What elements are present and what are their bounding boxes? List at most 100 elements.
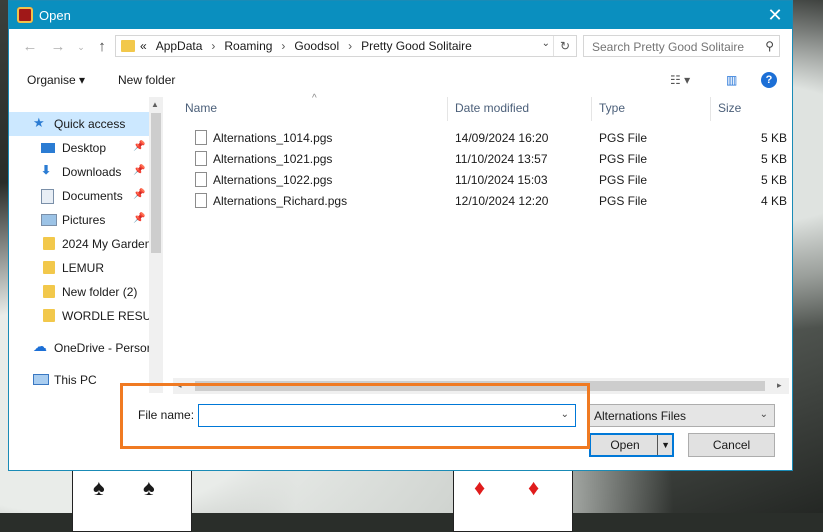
command-toolbar: Organise ▾ New folder ☷ ▾ ▥ ? (9, 65, 792, 95)
title-bar[interactable]: Open ✕ (9, 1, 792, 29)
download-icon: ⬇ (41, 163, 52, 177)
playing-card-spades[interactable]: ♠ ♠ (72, 470, 192, 532)
sidebar-item-label: LEMUR (62, 261, 105, 275)
search-input[interactable] (590, 39, 759, 55)
sidebar-item-new-folder-2[interactable]: New folder (2) (9, 280, 149, 304)
file-list: ^ Name Date modified Type Size Alternati… (173, 93, 789, 377)
view-options-icon[interactable]: ☷ ▾ (670, 73, 690, 87)
pin-icon[interactable]: 📌 (133, 141, 145, 152)
file-type-filter-value: Alternations Files (594, 409, 687, 423)
file-date: 12/10/2024 12:20 (455, 194, 549, 208)
breadcrumb-pretty-good-solitaire[interactable]: Pretty Good Solitaire (361, 39, 472, 53)
file-type: PGS File (599, 131, 648, 145)
sidebar-item-quick-access[interactable]: ★ Quick access (9, 112, 149, 136)
split-divider (657, 435, 658, 455)
column-header-date[interactable]: Date modified (455, 101, 529, 115)
chevron-right-icon[interactable]: › (348, 39, 352, 53)
desktop-icon (41, 143, 55, 153)
sidebar-item-label: 2024 My Garden (62, 237, 152, 251)
navigation-pane-scrollbar[interactable]: ▲ (149, 97, 163, 393)
file-date: 11/10/2024 15:03 (455, 173, 548, 187)
diamond-icon: ♦ (528, 475, 540, 500)
close-button[interactable]: ✕ (758, 1, 792, 29)
open-options-dropdown-icon[interactable]: ▼ (661, 435, 670, 455)
file-type-filter-select[interactable]: Alternations Files ⌄ (589, 404, 775, 427)
sidebar-item-onedrive[interactable]: ☁ OneDrive - Persor (9, 336, 151, 360)
file-name: Alternations_1014.pgs (213, 131, 333, 145)
back-arrow-icon[interactable]: ← (21, 38, 39, 56)
search-box[interactable]: ⚲ (583, 35, 780, 57)
file-size: 4 KB (761, 194, 788, 208)
breadcrumb: « AppData › Roaming › Goodsol › Pretty G… (140, 39, 472, 53)
column-divider[interactable] (447, 97, 448, 121)
breadcrumb-overflow[interactable]: « (140, 39, 147, 53)
file-icon (195, 151, 207, 166)
help-icon[interactable]: ? (761, 72, 777, 88)
cancel-button[interactable]: Cancel (688, 433, 775, 457)
recent-locations-icon[interactable]: ⌄ (72, 38, 90, 56)
sidebar-item-2024-my-garden[interactable]: 2024 My Garden (9, 232, 152, 256)
playing-card-diamonds[interactable]: ♦ ♦ (453, 470, 573, 532)
diamond-icon: ♦ (474, 475, 486, 500)
refresh-button[interactable]: ↻ (553, 36, 576, 56)
new-folder-button[interactable]: New folder (118, 73, 175, 87)
file-name: Alternations_1021.pgs (213, 152, 333, 166)
sidebar-item-wordle-result[interactable]: WORDLE RESULT (9, 304, 163, 328)
breadcrumb-roaming[interactable]: Roaming (224, 39, 272, 53)
column-header-type[interactable]: Type (599, 101, 625, 115)
file-name: Alternations_1022.pgs (213, 173, 333, 187)
scrollbar-thumb[interactable] (151, 113, 161, 253)
sidebar-item-lemur[interactable]: LEMUR (9, 256, 149, 280)
sort-ascending-icon: ^ (312, 93, 317, 104)
file-icon (195, 130, 207, 145)
sidebar-item-pictures[interactable]: Pictures 📌 (9, 208, 149, 232)
chevron-down-icon[interactable]: ⌄ (760, 409, 768, 420)
address-bar[interactable]: « AppData › Roaming › Goodsol › Pretty G… (115, 35, 577, 57)
folder-icon (43, 261, 55, 274)
breadcrumb-appdata[interactable]: AppData (156, 39, 203, 53)
file-row[interactable]: Alternations_1021.pgs 11/10/2024 13:57 P… (191, 148, 789, 169)
navigation-pane: ★ Quick access Desktop 📌 ⬇ Downloads 📌 D… (9, 97, 163, 393)
sidebar-item-label: Quick access (54, 117, 126, 131)
folder-icon (121, 40, 135, 52)
preview-pane-icon[interactable]: ▥ (726, 73, 737, 87)
search-icon: ⚲ (765, 39, 774, 53)
window-title: Open (39, 8, 71, 23)
file-row[interactable]: Alternations_1014.pgs 14/09/2024 16:20 P… (191, 127, 789, 148)
open-button[interactable]: Open ▼ (589, 433, 674, 457)
file-size: 5 KB (761, 152, 788, 166)
column-header-name[interactable]: Name (185, 101, 217, 115)
file-size: 5 KB (761, 173, 788, 187)
up-arrow-icon[interactable]: ↑ (93, 38, 111, 56)
file-row[interactable]: Alternations_Richard.pgs 12/10/2024 12:2… (191, 190, 789, 211)
sidebar-item-label: Desktop (62, 141, 107, 155)
chevron-right-icon[interactable]: › (211, 39, 215, 53)
chevron-right-icon[interactable]: › (281, 39, 285, 53)
pictures-icon (41, 214, 57, 226)
file-type: PGS File (599, 194, 648, 208)
file-row[interactable]: Alternations_1022.pgs 11/10/2024 15:03 P… (191, 169, 789, 190)
sidebar-item-documents[interactable]: Documents 📌 (9, 184, 149, 208)
file-icon (195, 172, 207, 187)
pin-icon[interactable]: 📌 (133, 189, 145, 200)
address-dropdown-icon[interactable]: ⌄ (542, 38, 550, 49)
pin-icon[interactable]: 📌 (133, 213, 145, 224)
scroll-up-arrow-icon[interactable]: ▲ (151, 100, 159, 109)
sidebar-item-desktop[interactable]: Desktop 📌 (9, 136, 149, 160)
forward-arrow-icon[interactable]: → (49, 38, 67, 56)
star-icon: ★ (33, 115, 45, 130)
breadcrumb-goodsol[interactable]: Goodsol (294, 39, 339, 53)
folder-icon (43, 285, 55, 298)
annotation-highlight-box (120, 383, 590, 449)
file-type: PGS File (599, 173, 648, 187)
pin-icon[interactable]: 📌 (133, 165, 145, 176)
file-icon (195, 193, 207, 208)
column-divider[interactable] (710, 97, 711, 121)
sidebar-item-downloads[interactable]: ⬇ Downloads 📌 (9, 160, 149, 184)
organise-menu-button[interactable]: Organise ▾ (27, 73, 85, 87)
column-divider[interactable] (591, 97, 592, 121)
file-name: Alternations_Richard.pgs (213, 194, 348, 208)
scroll-right-arrow-icon[interactable]: ▸ (777, 380, 782, 391)
column-header-size[interactable]: Size (718, 101, 741, 115)
cloud-icon: ☁ (33, 338, 47, 354)
